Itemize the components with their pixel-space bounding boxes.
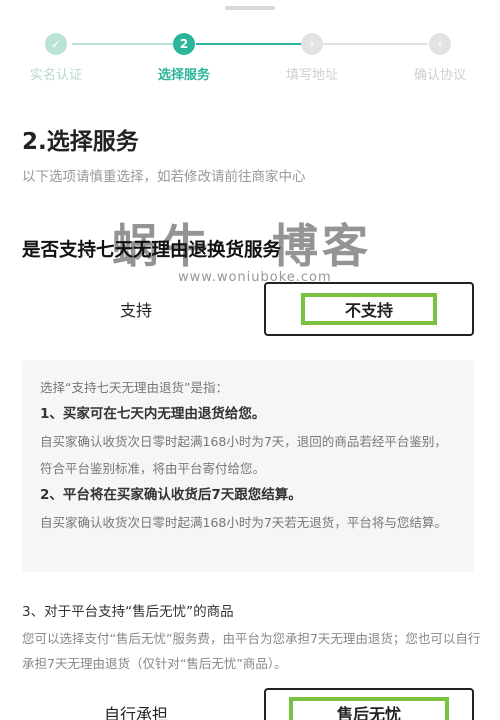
selected-highlight: 不支持	[301, 293, 437, 325]
question-label: 是否支持七天无理由退换货服务	[22, 240, 282, 261]
option-label: 支持	[119, 301, 152, 320]
step-realname: ✓ 实名认证	[6, 30, 106, 83]
info-item-body: 自买家确认收货次日零时起满168小时为7天若无退货，平台将与您结算。	[40, 515, 447, 530]
option-label: 自行承担	[103, 705, 168, 720]
option-label: 售后无忧	[336, 705, 401, 720]
step-address: › 填写地址	[262, 30, 362, 83]
selected-highlight: 售后无忧	[289, 697, 449, 720]
info-intro: 选择“支持七天无理由退货”是指：	[40, 380, 228, 395]
info-item-title: 2、平台将在买家确认收货后7天跟您结算。	[40, 487, 302, 503]
self-bear-option-button[interactable]: 自行承担	[22, 688, 250, 720]
sheet-grab-handle[interactable]	[225, 6, 275, 10]
step-agreement: ‹ 确认协议	[390, 30, 490, 83]
page-hint: 以下选项请慎重选择，如若修改请前往商家中心	[22, 169, 306, 185]
not-support-option-button[interactable]: 不支持	[264, 282, 474, 336]
info-panel: 选择“支持七天无理由退货”是指： 1、买家可在七天内无理由退货给您。 自买家确认…	[22, 360, 474, 572]
step-circle-icon: ‹	[429, 33, 451, 55]
worry-free-option-button[interactable]: 售后无忧	[264, 688, 474, 720]
step-label: 选择服务	[157, 68, 210, 83]
info-item-title: 1、买家可在七天内无理由退货给您。	[40, 406, 266, 422]
progress-stepper: ✓ 实名认证 2 选择服务 › 填写地址 ‹ 确认协议	[0, 30, 500, 86]
support-option-button[interactable]: 支持	[22, 282, 250, 336]
step-label: 确认协议	[413, 68, 466, 83]
step-label: 填写地址	[285, 68, 338, 83]
step-circle-icon: ›	[301, 33, 323, 55]
step-label: 实名认证	[29, 68, 82, 83]
info-item-body: 自买家确认收货次日零时起满168小时为7天，退回的商品若经平台鉴别，符合平台鉴别…	[40, 434, 447, 476]
page-title: 2.选择服务	[22, 129, 139, 155]
note-body: 您可以选择支付“售后无忧”服务费，由平台为您承担7天无理由退货；您也可以自行承担…	[22, 631, 481, 671]
step-number: 2	[173, 33, 195, 55]
check-icon: ✓	[45, 33, 67, 55]
option-label: 不支持	[344, 301, 393, 320]
note-title: 3、对于平台支持“售后无忧”的商品	[22, 604, 234, 620]
step-select-service: 2 选择服务	[134, 30, 234, 83]
